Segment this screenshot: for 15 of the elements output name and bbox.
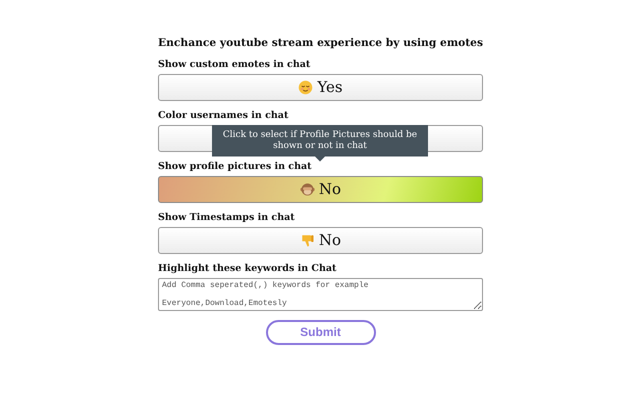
toggle-button[interactable]: No [158,226,483,254]
option-label: Show profile pictures in chat [158,160,313,172]
option-label: Color usernames in chat [158,110,290,121]
option-label: Show custom emotes in chat [158,58,312,70]
page-title: Enchance youtube stream experience by using emotes [158,36,483,50]
submit-button[interactable]: Submit [266,320,376,345]
toggle-button[interactable]: Yes [158,74,483,101]
keywords-field[interactable]: Add Comma seperated(,) keywords for example Everyone,Download,Emotesly [158,278,483,311]
monkey-icon [300,182,315,197]
tooltip: Click to select if Profile Pictures should be shown or not in chat [212,124,428,162]
field-label: Highlight these keywords in Chat [158,262,338,274]
toggle-button[interactable]: No [158,176,483,203]
smiling-face-icon [298,80,314,95]
thumbs-down-icon [300,232,315,248]
option-label: Show Timestamps in chat [158,212,296,223]
